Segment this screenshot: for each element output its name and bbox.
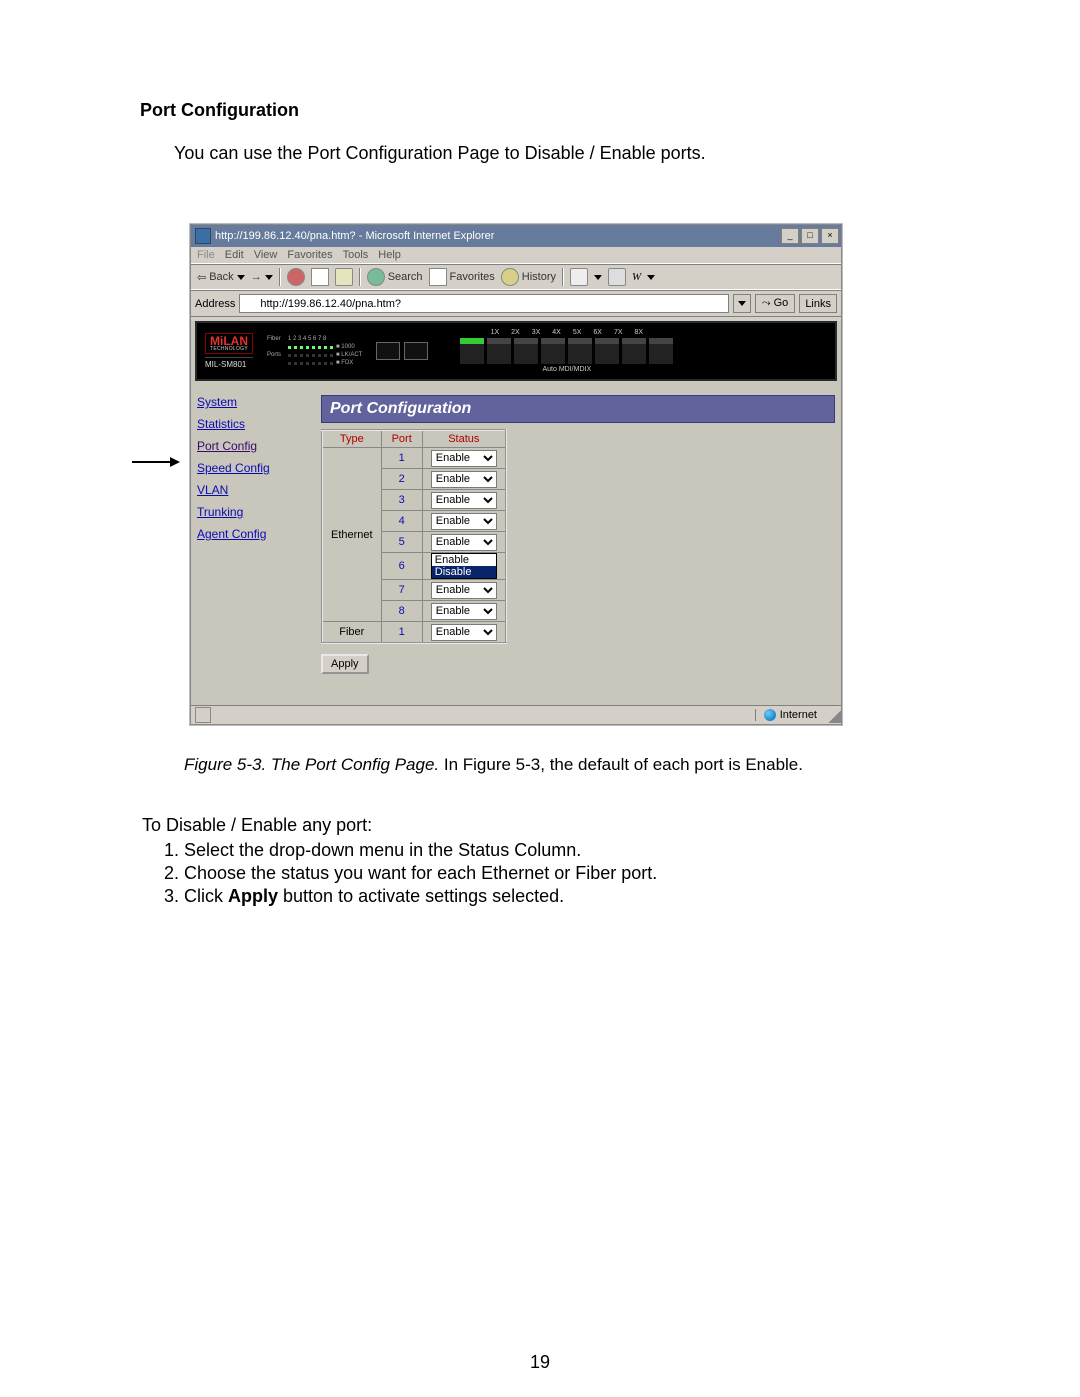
- menu-help[interactable]: Help: [378, 249, 401, 261]
- section-heading: Port Configuration: [140, 100, 940, 121]
- close-button[interactable]: ×: [821, 228, 839, 244]
- port-cell: 6: [381, 553, 422, 580]
- figure: http://199.86.12.40/pna.htm? - Microsoft…: [190, 224, 940, 725]
- intro-text: You can use the Port Configuration Page …: [174, 143, 940, 164]
- device-model: MIL-SM801: [205, 357, 253, 369]
- history-icon: [501, 268, 519, 286]
- window-title: http://199.86.12.40/pna.htm? - Microsoft…: [215, 230, 781, 242]
- stop-icon[interactable]: [287, 268, 305, 286]
- port-cell: 2: [381, 469, 422, 490]
- status-select-4[interactable]: Enable: [431, 513, 497, 530]
- status-page-icon: [195, 707, 211, 723]
- status-bar: Internet: [191, 705, 841, 724]
- status-select-5[interactable]: Enable: [431, 534, 497, 551]
- search-button[interactable]: Search: [367, 268, 423, 286]
- menu-bar: File Edit View Favorites Tools Help: [191, 247, 841, 264]
- status-select-1[interactable]: Enable: [431, 450, 497, 467]
- sidebar-item-speed[interactable]: Speed Config: [197, 461, 309, 475]
- steps-list: Select the drop-down menu in the Status …: [164, 840, 940, 907]
- edit-icon[interactable]: W: [632, 271, 641, 283]
- port-cell: 3: [381, 490, 422, 511]
- menu-tools[interactable]: Tools: [343, 249, 369, 261]
- th-port: Port: [381, 430, 422, 448]
- refresh-icon[interactable]: [311, 268, 329, 286]
- links-button[interactable]: Links: [799, 294, 837, 313]
- option-disable[interactable]: Disable: [432, 566, 496, 578]
- address-bar: Address ⤳ Go Links: [191, 290, 841, 317]
- menu-edit[interactable]: Edit: [225, 249, 244, 261]
- port-cell: 4: [381, 511, 422, 532]
- type-ethernet: Ethernet: [322, 448, 381, 622]
- menu-view[interactable]: View: [254, 249, 278, 261]
- status-select-3[interactable]: Enable: [431, 492, 497, 509]
- page-content: MiLAN TECHNOLOGY MIL-SM801 Fiber1 2 3 4 …: [191, 321, 841, 705]
- port-cell: 1: [381, 622, 422, 644]
- sidebar-item-vlan[interactable]: VLAN: [197, 483, 309, 497]
- address-input[interactable]: [239, 294, 728, 313]
- menu-file[interactable]: File: [197, 249, 215, 261]
- steps-intro: To Disable / Enable any port:: [142, 815, 940, 836]
- step-2: Choose the status you want for each Ethe…: [184, 863, 940, 884]
- step-3: Click Apply button to activate settings …: [184, 886, 940, 907]
- panel-title: Port Configuration: [321, 395, 835, 423]
- apply-button[interactable]: Apply: [321, 654, 369, 674]
- menu-favorites[interactable]: Favorites: [287, 249, 332, 261]
- port-table: Type Port Status Ethernet 1 Enable 2 Enab…: [321, 429, 507, 644]
- th-status: Status: [422, 430, 506, 448]
- status-select-fiber-1[interactable]: Enable: [431, 624, 497, 641]
- automdi-label: Auto MDI/MDIX: [543, 366, 592, 373]
- window-titlebar: http://199.86.12.40/pna.htm? - Microsoft…: [191, 225, 841, 247]
- back-button[interactable]: ⇦ Back: [197, 271, 245, 284]
- search-icon: [367, 268, 385, 286]
- port-diagram: 1X2X3X4X5X6X7X8X Auto MDI/MDIX: [460, 329, 673, 373]
- port-cell: 5: [381, 532, 422, 553]
- favorites-icon: [429, 268, 447, 286]
- sidebar-item-statistics[interactable]: Statistics: [197, 417, 309, 431]
- status-select-8[interactable]: Enable: [431, 603, 497, 620]
- sidebar-item-trunking[interactable]: Trunking: [197, 505, 309, 519]
- figure-caption: Figure 5-3. The Port Config Page. In Fig…: [184, 755, 940, 775]
- browser-window: http://199.86.12.40/pna.htm? - Microsoft…: [190, 224, 842, 725]
- device-banner: MiLAN TECHNOLOGY MIL-SM801 Fiber1 2 3 4 …: [195, 321, 837, 381]
- globe-icon: [764, 709, 776, 721]
- status-select-6-open[interactable]: Enable Disable: [431, 553, 497, 579]
- address-label: Address: [195, 298, 235, 310]
- maximize-button[interactable]: □: [801, 228, 819, 244]
- address-dropdown-button[interactable]: [733, 294, 751, 313]
- option-enable[interactable]: Enable: [432, 554, 496, 566]
- minimize-button[interactable]: _: [781, 228, 799, 244]
- history-button[interactable]: History: [501, 268, 556, 286]
- mail-icon[interactable]: [570, 268, 588, 286]
- security-zone: Internet: [755, 709, 825, 721]
- forward-button[interactable]: →: [251, 271, 273, 283]
- page-number: 19: [0, 1352, 1080, 1373]
- sidebar-item-system[interactable]: System: [197, 395, 309, 409]
- port-cell: 8: [381, 601, 422, 622]
- led-panel: Fiber1 2 3 4 5 6 7 8 ■ 1000 Ports ■ LK/A…: [267, 336, 362, 366]
- fiber-slots: [376, 342, 428, 360]
- status-select-7[interactable]: Enable: [431, 582, 497, 599]
- print-icon[interactable]: [608, 268, 626, 286]
- type-fiber: Fiber: [322, 622, 381, 644]
- sidebar-item-agent[interactable]: Agent Config: [197, 527, 309, 541]
- main-panel: Port Configuration Type Port Status Ethe…: [315, 385, 841, 705]
- port-cell: 7: [381, 580, 422, 601]
- toolbar: ⇦ Back → Search Favorites History W: [191, 264, 841, 290]
- favorites-button[interactable]: Favorites: [429, 268, 495, 286]
- arrow-icon: [132, 456, 180, 468]
- brand-logo: MiLAN TECHNOLOGY: [205, 333, 253, 354]
- home-icon[interactable]: [335, 268, 353, 286]
- resize-grip-icon[interactable]: [825, 707, 841, 723]
- ie-icon: [195, 228, 211, 244]
- port-cell: 1: [381, 448, 422, 469]
- sidebar-item-portconfig[interactable]: Port Config: [197, 439, 309, 453]
- status-select-2[interactable]: Enable: [431, 471, 497, 488]
- go-button[interactable]: ⤳ Go: [755, 294, 796, 313]
- th-type: Type: [322, 430, 381, 448]
- sidebar: System Statistics Port Config Speed Conf…: [191, 385, 315, 705]
- step-1: Select the drop-down menu in the Status …: [184, 840, 940, 861]
